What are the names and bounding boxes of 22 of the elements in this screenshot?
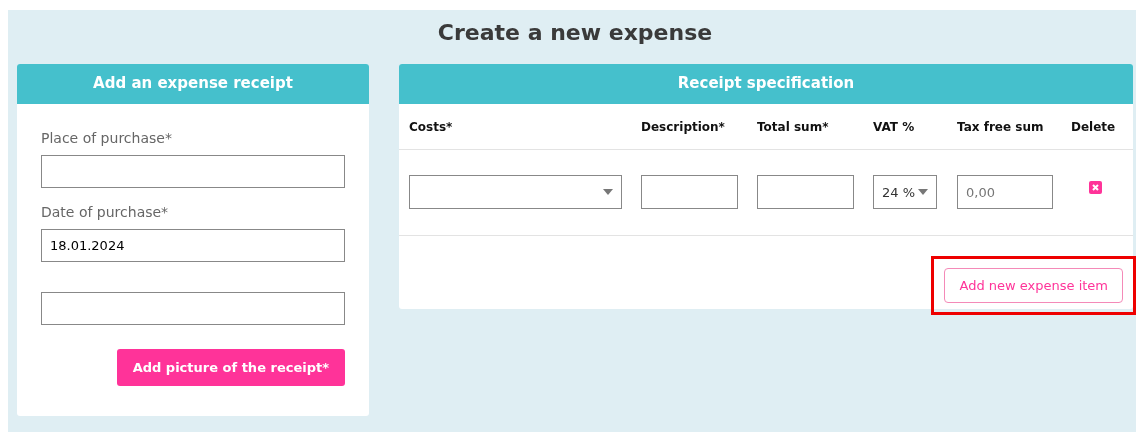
field-label: Place of purchase* <box>41 128 173 148</box>
column-header: Tax free sum <box>957 120 1044 135</box>
card-header: Receipt specification <box>399 64 1133 104</box>
column-header: Delete <box>1071 120 1116 135</box>
tax-free-sum-field[interactable]: 0,00 <box>957 175 1053 210</box>
input-field[interactable]: 18.01.2024 <box>41 228 345 262</box>
vat-dropdown[interactable]: 24 % <box>873 175 937 210</box>
costs-dropdown[interactable] <box>409 175 622 210</box>
input-field[interactable] <box>41 291 345 325</box>
column-header: Description* <box>641 120 725 135</box>
caret-icon <box>918 189 928 196</box>
card-header: Add an expense receipt <box>17 64 369 104</box>
total-sum-field[interactable] <box>757 175 854 210</box>
input-field[interactable] <box>41 154 345 188</box>
description-field[interactable] <box>641 175 738 210</box>
column-header: Costs* <box>409 120 453 135</box>
delete-icon[interactable] <box>1089 181 1102 195</box>
caret-icon <box>603 189 613 196</box>
column-header: VAT % <box>873 120 915 135</box>
page-title: Create a new expense <box>436 19 714 47</box>
field-label: Date of purchase* <box>41 202 170 222</box>
column-header: Total sum* <box>757 120 829 135</box>
